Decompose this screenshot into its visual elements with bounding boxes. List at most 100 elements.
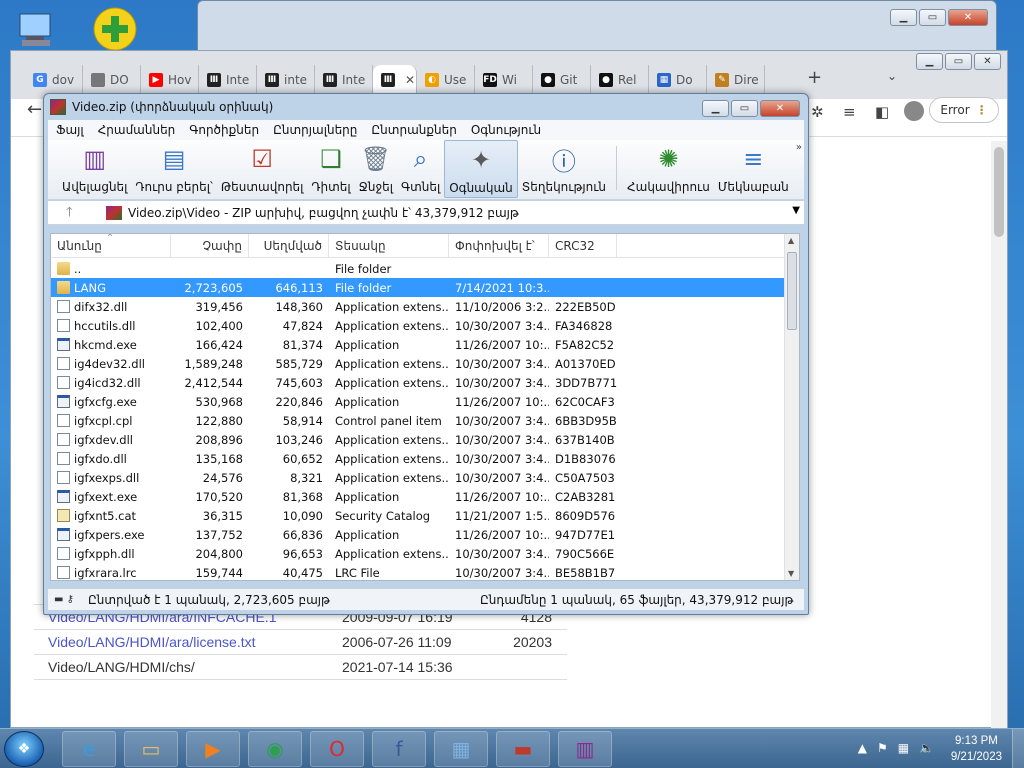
file-name-text: igfxexps.dll — [74, 470, 140, 485]
close-button[interactable]: ✕ — [948, 9, 988, 26]
toolbar-button[interactable]: ▤ Դուրս բերել՝ — [131, 140, 216, 198]
toolbar-button[interactable]: ≡ Մեկնաբան — [714, 140, 793, 198]
scroll-up-icon[interactable]: ▲ — [788, 236, 794, 245]
control-panel-icon[interactable]: ▦ — [434, 731, 488, 767]
column-header[interactable]: Փոփոխվել է՝ — [449, 234, 549, 258]
scroll-thumb[interactable] — [787, 252, 797, 330]
list-item[interactable]: igfxext.exe 170,520 81,368 Application 11/26… — [51, 487, 785, 506]
toolbar-button[interactable]: 🗑 Ջնջել — [355, 140, 397, 198]
list-item[interactable]: igfxpers.exe 137,752 66,836 Application 11/2… — [51, 525, 785, 544]
network-icon[interactable]: ▦ — [898, 741, 909, 755]
list-item[interactable]: igfxdev.dll 208,896 103,246 Application ext… — [51, 430, 785, 449]
media-control-icon[interactable]: ≡ — [843, 103, 856, 121]
browser-tab[interactable]: ▦ Do — [649, 65, 707, 95]
list-item[interactable]: difx32.dll 319,456 148,360 Application exte… — [51, 297, 785, 316]
list-item[interactable]: hccutils.dll 102,400 47,824 Application ext… — [51, 316, 785, 335]
tab-search-icon[interactable]: ⌄ — [887, 69, 897, 83]
menu-item[interactable]: Հրամաններ — [98, 123, 176, 137]
column-header[interactable]: Սեղմված — [249, 234, 329, 258]
list-item[interactable]: LANG 2,723,605 646,113 File folder 7/14/2021… — [51, 278, 785, 297]
side-panel-icon[interactable]: ◧ — [875, 103, 889, 121]
start-button[interactable]: ❖ — [4, 731, 44, 767]
toolbar-overflow-icon[interactable]: » — [796, 142, 802, 153]
facebook-icon[interactable]: f — [372, 731, 426, 767]
browser-tab[interactable]: Ⅲinte — [257, 65, 315, 95]
list-item[interactable]: ig4dev32.dll 1,589,248 585,729 Application … — [51, 354, 785, 373]
scroll-down-icon[interactable]: ▼ — [788, 569, 794, 578]
maximize-button[interactable]: ▭ — [919, 9, 946, 26]
list-item[interactable]: hkcmd.exe 166,424 81,374 Application 11/26/2… — [51, 335, 785, 354]
menu-item[interactable]: Օգնություն — [471, 123, 541, 137]
browser-tab[interactable]: ◐ Use — [417, 65, 475, 95]
rar-minimize-button[interactable]: ▁ — [702, 100, 729, 117]
list-item[interactable]: igfxexps.dll 24,576 8,321 Application exten… — [51, 468, 785, 487]
show-hidden-icons-icon[interactable]: ▲ — [858, 741, 867, 755]
explorer-icon[interactable]: ▭ — [124, 731, 178, 767]
browser-tab[interactable]: ● Rel — [591, 65, 649, 95]
column-header[interactable]: Չափը — [171, 234, 249, 258]
file-crc: F5A82C52 — [555, 337, 615, 352]
toolbar-button[interactable]: ❑ Դիտել — [307, 140, 354, 198]
clock[interactable]: 9:13 PM 9/21/2023 — [951, 733, 1002, 765]
error-menu-button[interactable]: Error ⋮ — [929, 97, 999, 123]
list-item[interactable]: igfxpph.dll 204,800 96,653 Application exte… — [51, 544, 785, 563]
extensions-icon[interactable]: ✲ — [811, 103, 824, 121]
list-item[interactable]: igfxnt5.cat 36,315 10,090 Security Catalog 1… — [51, 506, 785, 525]
winrar-icon[interactable]: ▥ — [558, 731, 612, 767]
toolbar-button[interactable]: ✺ Հակավիրուս — [623, 140, 714, 198]
toolbar-button[interactable]: ✦ Օգնական — [444, 140, 518, 198]
page-scrollbar[interactable] — [991, 141, 1007, 729]
minimize-button[interactable]: ▁ — [890, 9, 917, 26]
chrome-minimize-button[interactable]: ▁ — [916, 53, 943, 70]
browser-tab[interactable]: ▶ Hov — [141, 65, 199, 95]
back-arrow-icon[interactable]: ← — [27, 99, 42, 120]
opera-icon[interactable]: O — [310, 731, 364, 767]
rar-maximize-button[interactable]: ▭ — [731, 100, 758, 117]
chrome-close-button[interactable]: ✕ — [974, 53, 1001, 70]
list-item[interactable]: igfxcpl.cpl 122,880 58,914 Control panel it… — [51, 411, 785, 430]
action-center-icon[interactable]: ⚑ — [877, 741, 888, 755]
menu-item[interactable]: Ընտրյալները — [273, 123, 357, 137]
toolbar-button[interactable]: ⓘ Տեղեկություն — [518, 140, 610, 198]
rar-close-button[interactable]: ✕ — [760, 100, 800, 117]
list-scrollbar[interactable]: ▲ ▼ — [784, 234, 799, 580]
volume-icon[interactable]: 🔈 — [919, 741, 934, 755]
up-folder-icon[interactable]: 🡑 — [66, 203, 73, 225]
browser-tab[interactable]: ✎ Dire — [707, 65, 765, 95]
menu-item[interactable]: Ընտրանքներ — [371, 123, 456, 137]
toolbar-button[interactable]: ▥ Ավելացնել — [58, 140, 131, 198]
browser-tab[interactable]: ● Git — [533, 65, 591, 95]
list-item[interactable]: ig4icd32.dll 2,412,544 745,603 Application … — [51, 373, 785, 392]
list-item[interactable]: igfxcfg.exe 530,968 220,846 Application 11/2… — [51, 392, 785, 411]
column-header[interactable]: Տեսակը — [329, 234, 449, 258]
menu-item[interactable]: Ֆայլ — [56, 123, 84, 137]
computer-desktop-icon[interactable] — [14, 8, 60, 54]
toolbar-button[interactable]: ⌕ Գտնել — [397, 140, 444, 198]
menu-item[interactable]: Գործիքներ — [189, 123, 259, 137]
profile-avatar[interactable] — [904, 101, 924, 121]
ie-icon[interactable]: e — [62, 731, 116, 767]
browser-tab[interactable]: FD Wi — [475, 65, 533, 95]
tab-close-icon[interactable]: ✕ — [405, 73, 415, 87]
address-dropdown-icon[interactable]: ▼ — [792, 205, 800, 216]
chrome-icon[interactable]: ◉ — [248, 731, 302, 767]
chrome-maximize-button[interactable]: ▭ — [945, 53, 972, 70]
media-player-icon[interactable]: ▶ — [186, 731, 240, 767]
toolbox-icon[interactable]: ▬ — [496, 731, 550, 767]
add-program-desktop-icon[interactable] — [92, 6, 138, 52]
browser-tab[interactable]: Ⅲ ✕ — [373, 65, 417, 95]
browser-tab[interactable]: Gdov — [25, 65, 83, 95]
list-item[interactable]: igfxdo.dll 135,168 60,652 Application exten… — [51, 449, 785, 468]
file-date: 2006-07-26 11:09 — [342, 634, 452, 650]
browser-tab[interactable]: DO — [83, 65, 141, 95]
browser-tab[interactable]: Ⅲ Inte — [199, 65, 257, 95]
list-item[interactable]: .. File folder — [51, 259, 785, 278]
address-field[interactable]: Video.zip\Video - ZIP արխիվ, բացվող չափն… — [106, 203, 800, 223]
column-header[interactable]: CRC32 — [549, 234, 617, 258]
show-desktop-button[interactable] — [1012, 729, 1024, 768]
list-item[interactable]: igfxrara.lrc 159,744 40,475 LRC File 10/30/2… — [51, 563, 785, 580]
new-tab-button[interactable]: + — [807, 67, 822, 88]
file-link[interactable]: Video/LANG/HDMI/ara/license.txt — [34, 634, 342, 650]
browser-tab[interactable]: Ⅲ Inte — [315, 65, 373, 95]
toolbar-button[interactable]: ☑ Թեստավորել — [217, 140, 308, 198]
